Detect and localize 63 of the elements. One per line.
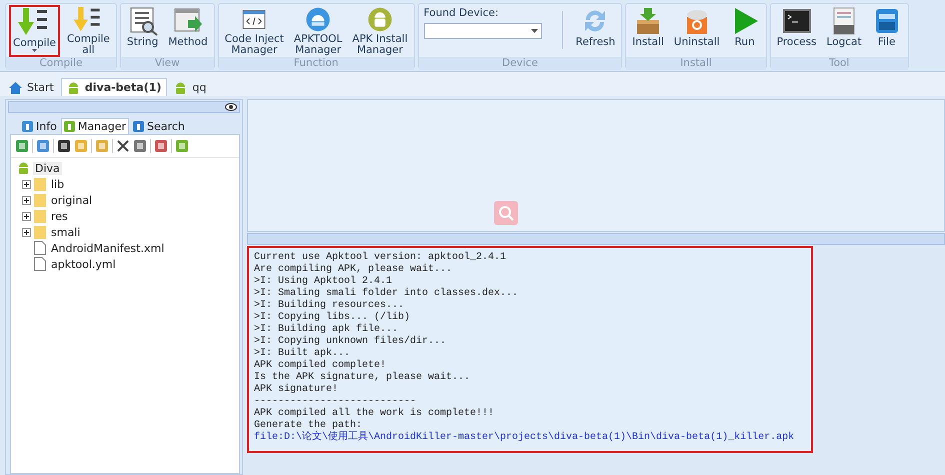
group-title: Compile bbox=[6, 57, 116, 70]
log-line: >I: Built apk... bbox=[254, 348, 352, 360]
tree-item[interactable]: AndroidManifest.xml bbox=[49, 242, 166, 254]
toolbar-button[interactable]: String bbox=[124, 5, 162, 57]
log-line: >I: Building resources... bbox=[254, 300, 406, 312]
toolbar-button[interactable]: Process bbox=[774, 5, 820, 57]
log-line: >I: Smaling smali folder into classes.dex... bbox=[254, 288, 520, 300]
eye-icon bbox=[225, 103, 237, 111]
toolbar-button[interactable]: APKTOOL Manager bbox=[290, 5, 346, 57]
caret-icon bbox=[32, 49, 37, 52]
toolbar-button[interactable]: Uninstall bbox=[670, 5, 723, 57]
home-icon bbox=[9, 82, 22, 94]
toolbar-button[interactable]: Run bbox=[726, 5, 763, 57]
toolbar-button[interactable]: Refresh bbox=[572, 5, 618, 57]
log-line: Is the APK signature, please wait... bbox=[254, 372, 472, 384]
tree-item[interactable]: lib bbox=[49, 178, 66, 190]
group-title: Install bbox=[626, 57, 766, 70]
output-path-link[interactable]: file:D:\论文\使用工具\AndroidKiller-master\projects\diva-beta(1)\Bin\diva-beta(1)_killer.apk bbox=[254, 432, 806, 444]
dropdown-arrow-icon bbox=[530, 29, 538, 33]
log-line: APK compiled complete! bbox=[254, 360, 388, 372]
panel-tab[interactable]: Search bbox=[131, 118, 187, 134]
log-line: Current use Apktool version: apktool_2.4.1 bbox=[254, 252, 508, 264]
tree-item[interactable]: smali bbox=[49, 226, 82, 238]
tree-item[interactable]: res bbox=[49, 210, 70, 222]
file-icon bbox=[34, 241, 46, 255]
log-line: APK compiled all the work is complete!!! bbox=[254, 408, 496, 420]
log-line: >I: Using Apktool 2.4.1 bbox=[254, 276, 394, 288]
toolbar-button[interactable]: Compile all bbox=[64, 5, 113, 57]
toolbar-button[interactable]: APK Install Manager bbox=[349, 5, 411, 57]
toolbar-button[interactable]: Logcat bbox=[824, 5, 865, 57]
document-search-icon bbox=[128, 6, 158, 36]
group-title: Device bbox=[418, 57, 622, 70]
project-tab[interactable]: diva-beta(1) bbox=[60, 78, 168, 96]
log-line: APK signature! bbox=[254, 384, 340, 396]
toolbar-button[interactable]: Method bbox=[165, 5, 211, 57]
log-line: >I: Copying unknown files/dir... bbox=[254, 336, 448, 348]
expand-icon[interactable] bbox=[22, 196, 31, 204]
toolbar-button[interactable]: Install bbox=[629, 5, 667, 57]
toolbar-button[interactable]: File bbox=[868, 5, 905, 57]
group-title: Function bbox=[218, 57, 414, 70]
close-icon[interactable] bbox=[116, 139, 130, 153]
log-line: Generate the path: bbox=[254, 420, 364, 431]
panel-tab[interactable]: Info bbox=[20, 118, 59, 134]
project-tab[interactable]: qq bbox=[169, 79, 212, 96]
log-line: Are compiling APK, please wait... bbox=[254, 264, 454, 276]
panel-tab[interactable]: Manager bbox=[60, 118, 130, 134]
terminal-icon bbox=[782, 6, 812, 36]
log-line: >I: Building apk file... bbox=[254, 324, 400, 336]
toolbar-button[interactable]: Code Inject Manager bbox=[222, 5, 287, 57]
expand-icon[interactable] bbox=[22, 212, 31, 220]
expand-icon[interactable] bbox=[22, 228, 31, 236]
group-title: View bbox=[120, 57, 214, 70]
project-tab[interactable]: Start bbox=[4, 79, 59, 96]
log-line: --------------------------- bbox=[254, 396, 418, 408]
toolbar-button[interactable]: Compile bbox=[9, 5, 60, 57]
device-label: Found Device: bbox=[424, 7, 500, 19]
group-title: Tool bbox=[770, 57, 908, 70]
tree-item[interactable]: original bbox=[49, 194, 94, 206]
tree-item[interactable]: apktool.yml bbox=[49, 258, 118, 270]
expand-icon[interactable] bbox=[22, 180, 31, 188]
log-line: >I: Copying libs... (/lib) bbox=[254, 312, 412, 324]
file-icon bbox=[34, 257, 46, 271]
tree-item[interactable]: Diva bbox=[33, 162, 62, 174]
